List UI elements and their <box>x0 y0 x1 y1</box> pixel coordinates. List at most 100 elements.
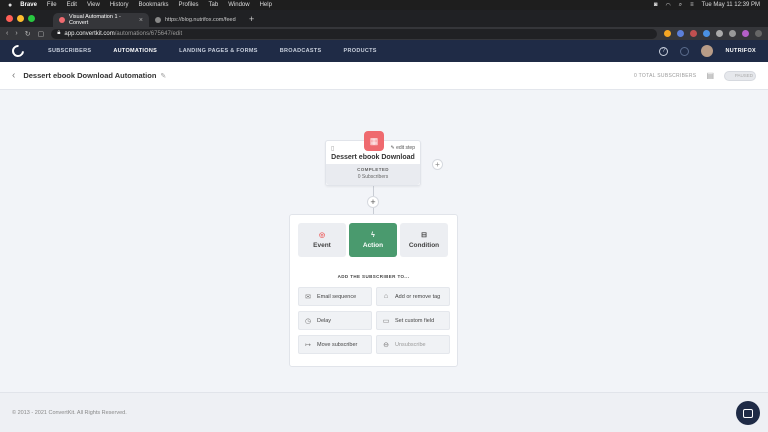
url-path: /automations/675647/edit <box>114 30 183 37</box>
brave-shield-icon[interactable] <box>664 30 671 37</box>
menu-window[interactable]: Window <box>228 2 249 8</box>
extension-icon[interactable] <box>703 30 710 37</box>
trigger-stats: COMPLETED 0 Subscribers <box>326 164 420 185</box>
convertkit-favicon-icon <box>59 17 65 23</box>
tag-icon: ⌂ <box>383 293 389 300</box>
form-trigger-icon: ▦ <box>364 131 384 151</box>
action-unsubscribe[interactable]: ⊖ Unsubscribe <box>376 335 450 354</box>
type-event-button[interactable]: ◎ Event <box>298 223 346 257</box>
nav-subscribers[interactable]: SUBSCRIBERS <box>48 48 91 54</box>
type-condition-button[interactable]: ⊟ Condition <box>400 223 448 257</box>
menu-app-name[interactable]: Brave <box>20 2 37 8</box>
tab-title: Visual Automation 1 - Convert <box>69 14 121 26</box>
add-subscriber-label: ADD THE SUBSCRIBER TO... <box>337 274 410 279</box>
reports-icon[interactable]: ▤ <box>706 71 714 80</box>
menu-help[interactable]: Help <box>260 2 272 8</box>
trigger-title: Dessert ebook Download <box>331 154 415 161</box>
trigger-node[interactable]: ▦ ▯ ✎ edit step Dessert ebook Download C… <box>325 131 421 186</box>
unsubscribe-icon: ⊖ <box>383 341 389 349</box>
menu-dots-icon[interactable] <box>755 30 762 37</box>
new-tab-button[interactable]: + <box>249 14 254 24</box>
action-move-subscriber[interactable]: ↦ Move subscriber <box>298 335 372 354</box>
loading-spinner-icon <box>680 46 690 56</box>
tab-title: https://blog.nutrifox.com/feed <box>165 17 236 23</box>
menu-tab[interactable]: Tab <box>209 2 219 8</box>
minimize-window-icon[interactable] <box>17 15 24 22</box>
back-chevron-icon[interactable]: ‹ <box>12 70 15 81</box>
add-trigger-button[interactable]: + <box>432 159 443 170</box>
control-center-icon[interactable]: ≡ <box>690 2 694 8</box>
action-email-sequence[interactable]: ✉ Email sequence <box>298 287 372 306</box>
address-bar[interactable]: 🔒︎ app.convertkit.com/automations/675647… <box>51 28 657 39</box>
puzzle-icon[interactable] <box>716 30 723 37</box>
action-delay[interactable]: ◷ Delay <box>298 311 372 330</box>
chat-support-button[interactable] <box>736 401 760 425</box>
reload-icon[interactable]: ↻ <box>25 30 31 38</box>
screen-record-icon[interactable]: ◙ <box>654 2 658 8</box>
edit-step-button[interactable]: ✎ edit step <box>391 145 416 151</box>
menu-profiles[interactable]: Profiles <box>179 2 199 8</box>
action-add-remove-tag[interactable]: ⌂ Add or remove tag <box>376 287 450 306</box>
extension-icon[interactable] <box>690 30 697 37</box>
connector-line <box>373 186 374 196</box>
extension-icon[interactable] <box>677 30 684 37</box>
total-subscribers: 0 TOTAL SUBSCRIBERS <box>633 72 697 79</box>
convertkit-logo-icon[interactable] <box>9 42 27 60</box>
clock-icon: ◷ <box>304 317 312 325</box>
action-options: ✉ Email sequence ⌂ Add or remove tag ◷ D… <box>298 287 450 354</box>
lightning-icon: ϟ <box>371 231 375 239</box>
step-type-selector: ◎ Event ϟ Action ⊟ Condition <box>298 223 448 257</box>
nav-landing-pages-forms[interactable]: LANDING PAGES & FORMS <box>179 48 258 54</box>
clock: Tue May 11 12:39 PM <box>701 2 760 8</box>
automation-header: ‹ Dessert ebook Download Automation ✎ 0 … <box>0 62 768 90</box>
browser-tab[interactable]: https://blog.nutrifox.com/feed <box>149 13 245 27</box>
nav-products[interactable]: PRODUCTS <box>344 48 377 54</box>
nav-automations[interactable]: AUTOMATIONS <box>113 48 157 54</box>
automation-status-toggle[interactable]: PAUSED <box>724 70 756 81</box>
automation-canvas: ▦ ▯ ✎ edit step Dessert ebook Download C… <box>0 90 768 392</box>
close-window-icon[interactable] <box>6 15 13 22</box>
target-icon: ◎ <box>318 232 326 239</box>
app-navigation: SUBSCRIBERS AUTOMATIONS LANDING PAGES & … <box>0 40 768 62</box>
help-icon[interactable]: ? <box>659 46 669 56</box>
forward-arrow-icon[interactable]: › <box>15 30 17 37</box>
browser-tab-active[interactable]: Visual Automation 1 - Convert × <box>53 13 149 27</box>
avatar[interactable] <box>701 45 714 57</box>
wifi-icon[interactable]: ◠ <box>665 2 670 9</box>
document-icon: ▯ <box>331 146 335 152</box>
type-action-button[interactable]: ϟ Action <box>349 223 397 257</box>
menu-edit[interactable]: Edit <box>67 2 77 8</box>
menu-history[interactable]: History <box>110 2 129 8</box>
menu-bookmarks[interactable]: Bookmarks <box>139 2 169 8</box>
email-icon: ✉ <box>305 293 311 301</box>
menu-file[interactable]: File <box>47 2 57 8</box>
browser-tab-strip: Visual Automation 1 - Convert × https://… <box>0 10 768 27</box>
page-footer: © 2013 - 2021 ConvertKit. All Rights Res… <box>0 392 768 432</box>
close-tab-icon[interactable]: × <box>139 17 143 24</box>
page-title: Dessert ebook Download Automation <box>23 71 157 80</box>
edit-pencil-icon[interactable]: ✎ <box>160 72 166 80</box>
add-step-panel: ◎ Event ϟ Action ⊟ Condition ADD THE SUB… <box>289 214 458 367</box>
browser-toolbar: ‹ › ↻ ▢ 🔒︎ app.convertkit.com/automation… <box>0 27 768 40</box>
extension-icons <box>664 30 762 37</box>
subscriber-count[interactable]: 0 Subscribers <box>326 174 420 180</box>
copyright: © 2013 - 2021 ConvertKit. All Rights Res… <box>12 409 127 416</box>
macos-menu-bar: ● Brave File Edit View History Bookmarks… <box>0 0 768 10</box>
bookmark-icon[interactable]: ▢ <box>38 30 45 38</box>
user-menu[interactable]: NUTRIFOX <box>725 48 756 54</box>
action-set-custom-field[interactable]: ▭ Set custom field <box>376 311 450 330</box>
nav-broadcasts[interactable]: BROADCASTS <box>280 48 322 54</box>
menu-view[interactable]: View <box>87 2 100 8</box>
move-icon: ↦ <box>305 341 311 349</box>
search-icon[interactable]: ⌕ <box>679 2 682 9</box>
chat-icon <box>743 408 753 418</box>
back-arrow-icon[interactable]: ‹ <box>6 30 8 37</box>
profile-avatar-icon[interactable] <box>742 30 749 37</box>
globe-favicon-icon <box>155 17 161 23</box>
condition-icon: ⊟ <box>421 232 427 239</box>
media-icon[interactable] <box>729 30 736 37</box>
apple-icon[interactable]: ● <box>8 2 12 9</box>
maximize-window-icon[interactable] <box>28 15 35 22</box>
add-step-button[interactable]: + <box>367 196 379 208</box>
lock-icon: 🔒︎ <box>57 30 61 36</box>
